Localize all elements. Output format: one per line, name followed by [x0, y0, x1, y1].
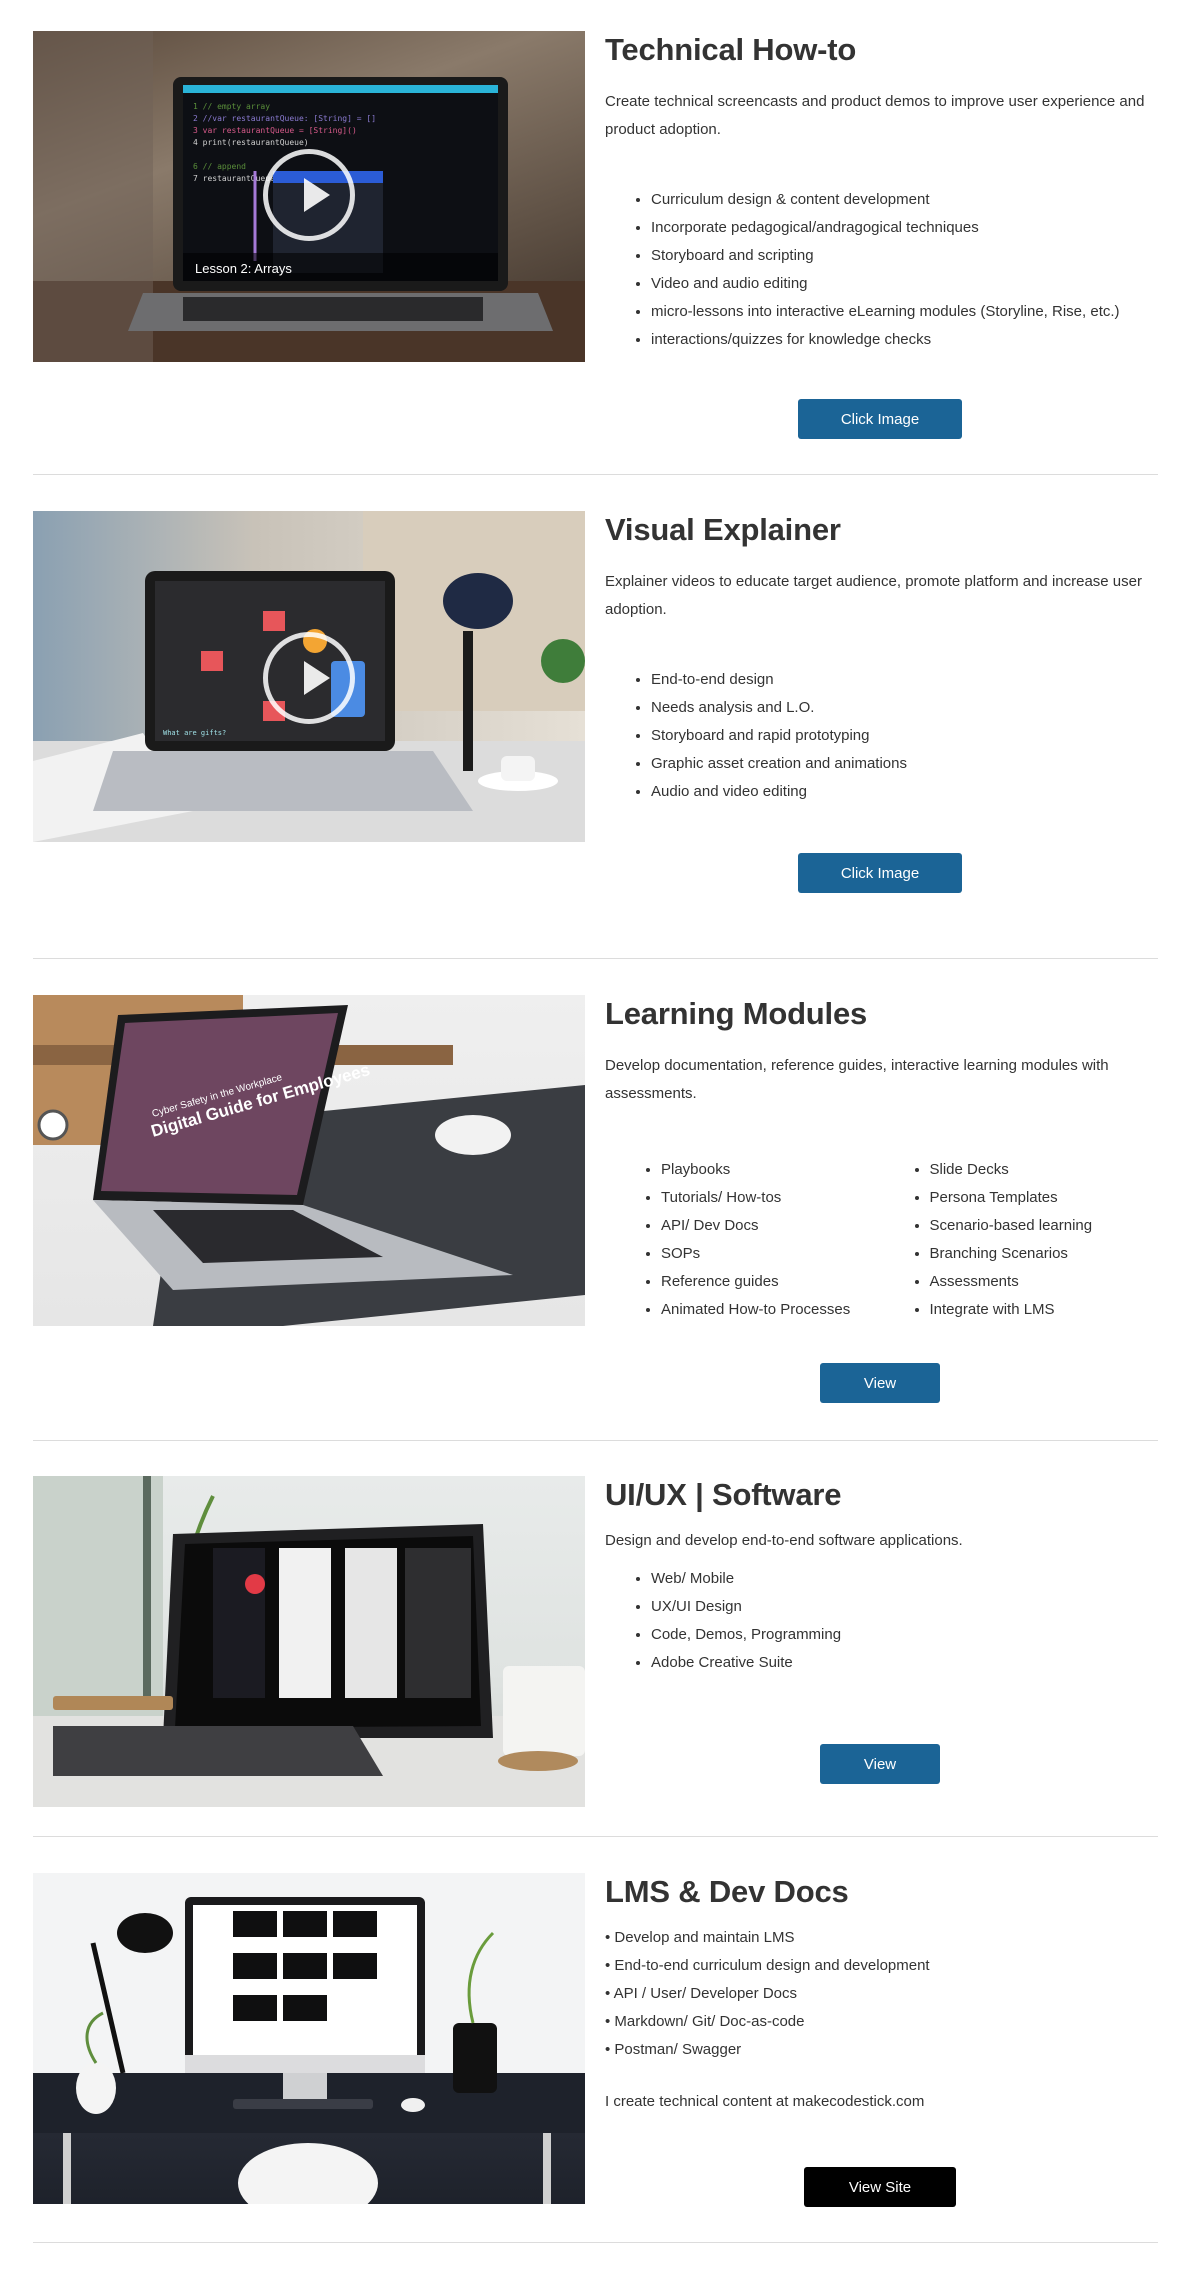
- visual-explainer-text: Visual Explainer Explainer videos to edu…: [605, 511, 1158, 806]
- section-description: Develop documentation, reference guides,…: [605, 1057, 1109, 1102]
- lms-line: • API / User/ Developer Docs: [605, 1985, 797, 2002]
- svg-text:4 print(restaurantQueue): 4 print(restaurantQueue): [193, 138, 309, 147]
- list-item: Slide Decks: [930, 1156, 1159, 1184]
- list-item: Integrate with LMS: [930, 1296, 1159, 1324]
- list-item: Needs analysis and L.O.: [651, 694, 1158, 722]
- section-divider: [33, 1440, 1158, 1441]
- list-item: Playbooks: [661, 1156, 890, 1184]
- list-item: Animated How-to Processes: [661, 1296, 890, 1324]
- click-image-button[interactable]: Click Image: [798, 853, 962, 893]
- video-caption: What are gifts?: [163, 729, 226, 737]
- view-site-button[interactable]: View Site: [804, 2167, 956, 2207]
- section-title: Visual Explainer: [605, 512, 841, 547]
- ui-ux-software-image[interactable]: [33, 1476, 585, 1807]
- list-item: Audio and video editing: [651, 778, 1158, 806]
- list-item: interactions/quizzes for knowledge check…: [651, 326, 1158, 354]
- section-description: Create technical screencasts and product…: [605, 93, 1145, 138]
- section-title: Learning Modules: [605, 996, 868, 1031]
- section-description: Design and develop end-to-end software a…: [605, 1532, 963, 1549]
- lms-dev-docs-text: LMS & Dev Docs • Develop and maintain LM…: [605, 1873, 1158, 2116]
- list-item: API/ Dev Docs: [661, 1212, 890, 1240]
- section-divider: [33, 2242, 1158, 2243]
- feature-list-left: Playbooks Tutorials/ How-tos API/ Dev Do…: [605, 1156, 890, 1324]
- svg-text:3 var restaurantQueue = [Stri: 3 var restaurantQueue = [String](): [193, 126, 357, 135]
- list-item: Adobe Creative Suite: [651, 1649, 1158, 1677]
- svg-text:1 // empty array: 1 // empty array: [193, 102, 270, 111]
- technical-how-to-image[interactable]: 1 // empty array 2 //var restaurantQueue…: [33, 31, 585, 362]
- section-learning-modules: Cyber Safety in the Workplace Digital Gu…: [33, 995, 1158, 1415]
- feature-list: Curriculum design & content development …: [605, 186, 1158, 354]
- section-lms-dev-docs: LMS & Dev Docs • Develop and maintain LM…: [33, 1873, 1158, 2253]
- section-ui-ux-software: UI/UX | Software Design and develop end-…: [33, 1476, 1158, 1856]
- section-divider: [33, 1836, 1158, 1837]
- svg-text:2 //var restaurantQueue: [Str: 2 //var restaurantQueue: [String] = []: [193, 114, 376, 123]
- section-divider: [33, 474, 1158, 475]
- section-divider: [33, 958, 1158, 959]
- list-item: Incorporate pedagogical/andragogical tec…: [651, 214, 1158, 242]
- list-item: UX/UI Design: [651, 1593, 1158, 1621]
- play-icon[interactable]: [263, 149, 355, 241]
- list-item: Code, Demos, Programming: [651, 1621, 1158, 1649]
- view-button[interactable]: View: [820, 1744, 940, 1784]
- laptop-guide-illustration: Cyber Safety in the Workplace Digital Gu…: [33, 995, 585, 1326]
- footer-text: I create technical content at makecodest…: [605, 2093, 925, 2110]
- view-button[interactable]: View: [820, 1363, 940, 1403]
- lms-line: • Postman/ Swagger: [605, 2041, 742, 2058]
- list-item: Storyboard and scripting: [651, 242, 1158, 270]
- technical-how-to-text: Technical How-to Create technical screen…: [605, 31, 1158, 354]
- section-visual-explainer: What are gifts? Visual Explainer Explain…: [33, 511, 1158, 911]
- list-item: Branching Scenarios: [930, 1240, 1159, 1268]
- list-item: Video and audio editing: [651, 270, 1158, 298]
- learning-modules-image[interactable]: Cyber Safety in the Workplace Digital Gu…: [33, 995, 585, 1326]
- feature-list: Web/ Mobile UX/UI Design Code, Demos, Pr…: [605, 1565, 1158, 1677]
- lms-line: • Develop and maintain LMS: [605, 1929, 795, 1946]
- lms-dev-docs-image[interactable]: [33, 1873, 585, 2204]
- list-item: End-to-end design: [651, 666, 1158, 694]
- ui-ux-software-text: UI/UX | Software Design and develop end-…: [605, 1476, 1158, 1677]
- list-item: SOPs: [661, 1240, 890, 1268]
- lms-line: • End-to-end curriculum design and devel…: [605, 1957, 930, 1974]
- list-item: Curriculum design & content development: [651, 186, 1158, 214]
- list-item: Scenario-based learning: [930, 1212, 1159, 1240]
- section-title: LMS & Dev Docs: [605, 1874, 849, 1909]
- learning-modules-text: Learning Modules Develop documentation, …: [605, 995, 1158, 1324]
- section-title: UI/UX | Software: [605, 1477, 842, 1512]
- click-image-button[interactable]: Click Image: [798, 399, 962, 439]
- list-item: Graphic asset creation and animations: [651, 750, 1158, 778]
- list-item: Persona Templates: [930, 1184, 1159, 1212]
- list-item: Storyboard and rapid prototyping: [651, 722, 1158, 750]
- svg-text:6 // append: 6 // append: [193, 162, 246, 171]
- section-technical-how-to: 1 // empty array 2 //var restaurantQueue…: [33, 31, 1158, 439]
- feature-list-right: Slide Decks Persona Templates Scenario-b…: [890, 1156, 1159, 1324]
- tablet-app-illustration: [33, 1476, 585, 1807]
- visual-explainer-image[interactable]: What are gifts?: [33, 511, 585, 842]
- feature-list: End-to-end design Needs analysis and L.O…: [605, 666, 1158, 806]
- section-description: Explainer videos to educate target audie…: [605, 573, 1142, 618]
- list-item: Reference guides: [661, 1268, 890, 1296]
- desktop-monitor-illustration: [33, 1873, 585, 2204]
- list-item: Web/ Mobile: [651, 1565, 1158, 1593]
- play-icon[interactable]: [263, 632, 355, 724]
- list-item: micro-lessons into interactive eLearning…: [651, 298, 1158, 326]
- list-item: Assessments: [930, 1268, 1159, 1296]
- section-title: Technical How-to: [605, 32, 857, 67]
- lms-line: • Markdown/ Git/ Doc-as-code: [605, 2013, 805, 2030]
- video-caption: Lesson 2: Arrays: [195, 261, 292, 276]
- list-item: Tutorials/ How-tos: [661, 1184, 890, 1212]
